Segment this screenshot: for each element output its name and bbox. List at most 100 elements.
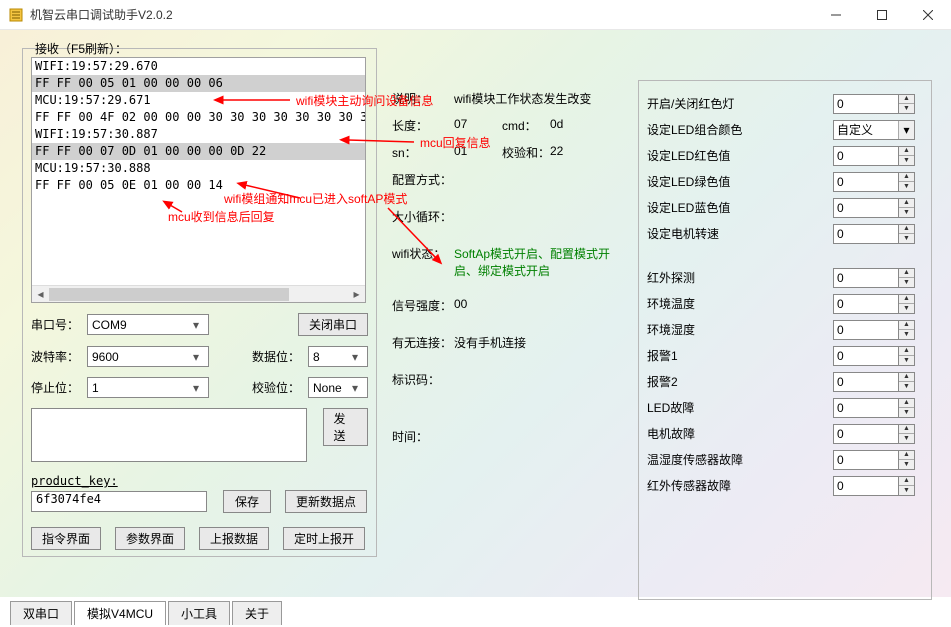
datapoint-row: 红外传感器故障0▲▼ (647, 473, 923, 498)
spinner[interactable]: ▲▼ (899, 424, 915, 444)
tab-3[interactable]: 关于 (232, 601, 282, 625)
datapoint-row: 开启/关闭红色灯0▲▼ (647, 91, 923, 116)
spin-up-icon[interactable]: ▲ (899, 477, 914, 487)
datapoint-label: 报警1 (647, 347, 833, 364)
horizontal-scrollbar[interactable]: ◂ ▸ (32, 285, 365, 302)
spin-down-icon[interactable]: ▼ (899, 234, 914, 243)
spin-down-icon[interactable]: ▼ (899, 208, 914, 217)
spin-up-icon[interactable]: ▲ (899, 373, 914, 383)
spinner[interactable]: ▲▼ (899, 320, 915, 340)
tab-0[interactable]: 双串口 (10, 601, 72, 625)
spinner[interactable]: ▲▼ (899, 198, 915, 218)
save-button[interactable]: 保存 (223, 490, 271, 513)
spinner[interactable]: ▲▼ (899, 94, 915, 114)
datapoint-value[interactable]: 0 (833, 172, 899, 192)
receive-row[interactable]: FF FF 00 4F 02 00 00 00 30 30 30 30 30 3… (32, 109, 365, 126)
datapoint-value[interactable]: 0 (833, 320, 899, 340)
parity-select[interactable]: None▾ (308, 377, 368, 398)
datapoint-value[interactable]: 0 (833, 372, 899, 392)
product-key-input[interactable]: 6f3074fe4 (31, 491, 207, 512)
spin-up-icon[interactable]: ▲ (899, 399, 914, 409)
port-label: 串口号： (31, 316, 83, 333)
spin-up-icon[interactable]: ▲ (899, 451, 914, 461)
receive-row[interactable]: WIFI:19:57:30.887 (32, 126, 365, 143)
datapoint-value[interactable]: 0 (833, 198, 899, 218)
spin-down-icon[interactable]: ▼ (899, 460, 914, 469)
spin-down-icon[interactable]: ▼ (899, 278, 914, 287)
spinner[interactable]: ▲▼ (899, 172, 915, 192)
receive-list[interactable]: WIFI:19:57:29.670FF FF 00 05 01 00 00 00… (31, 57, 366, 303)
datapoint-value[interactable]: 0 (833, 424, 899, 444)
spinner[interactable]: ▲▼ (899, 268, 915, 288)
spin-up-icon[interactable]: ▲ (899, 147, 914, 157)
databits-select[interactable]: 8▾ (308, 346, 368, 367)
receive-row[interactable]: MCU:19:57:30.888 (32, 160, 365, 177)
spin-down-icon[interactable]: ▼ (899, 104, 914, 113)
scroll-thumb[interactable] (49, 288, 289, 301)
datapoint-value[interactable]: 0 (833, 224, 899, 244)
spin-up-icon[interactable]: ▲ (899, 321, 914, 331)
datapoint-value[interactable]: 0 (833, 268, 899, 288)
datapoint-value[interactable]: 0 (833, 398, 899, 418)
receive-row[interactable]: WIFI:19:57:29.670 (32, 58, 365, 75)
send-textarea[interactable] (31, 408, 307, 462)
close-button[interactable] (905, 0, 951, 29)
spin-up-icon[interactable]: ▲ (899, 173, 914, 183)
spin-down-icon[interactable]: ▼ (899, 330, 914, 339)
spinner[interactable]: ▲▼ (899, 294, 915, 314)
spin-down-icon[interactable]: ▼ (899, 382, 914, 391)
param-view-button[interactable]: 参数界面 (115, 527, 185, 550)
receive-row[interactable]: FF FF 00 07 0D 01 00 00 00 0D 22 (32, 143, 365, 160)
maximize-button[interactable] (859, 0, 905, 29)
report-data-button[interactable]: 上报数据 (199, 527, 269, 550)
spin-up-icon[interactable]: ▲ (899, 95, 914, 105)
spin-up-icon[interactable]: ▲ (899, 295, 914, 305)
command-view-button[interactable]: 指令界面 (31, 527, 101, 550)
spin-down-icon[interactable]: ▼ (899, 434, 914, 443)
spin-down-icon[interactable]: ▼ (899, 156, 914, 165)
spin-down-icon[interactable]: ▼ (899, 408, 914, 417)
chk-label: 校验和： (502, 144, 550, 161)
receive-row[interactable]: FF FF 00 05 0E 01 00 00 14 (32, 177, 365, 194)
close-port-button[interactable]: 关闭串口 (298, 313, 368, 336)
spinner[interactable]: ▲▼ (899, 146, 915, 166)
datapoint-value[interactable]: 0 (833, 294, 899, 314)
spin-down-icon[interactable]: ▼ (899, 304, 914, 313)
datapoint-value[interactable]: 0 (833, 146, 899, 166)
datapoint-value[interactable]: 0 (833, 94, 899, 114)
spinner[interactable]: ▲▼ (899, 224, 915, 244)
datapoint-row: LED故障0▲▼ (647, 395, 923, 420)
update-datapoints-button[interactable]: 更新数据点 (285, 490, 367, 513)
spinner[interactable]: ▲▼ (899, 372, 915, 392)
spinner[interactable]: ▲▼ (899, 346, 915, 366)
receive-row[interactable]: FF FF 00 05 01 00 00 00 06 (32, 75, 365, 92)
spin-down-icon[interactable]: ▼ (899, 182, 914, 191)
spin-up-icon[interactable]: ▲ (899, 199, 914, 209)
spin-down-icon[interactable]: ▼ (899, 486, 914, 495)
spinner[interactable]: ▲▼ (899, 476, 915, 496)
baud-select[interactable]: 9600▾ (87, 346, 209, 367)
spinner[interactable]: ▲▼ (899, 450, 915, 470)
datapoint-value[interactable]: 0 (833, 476, 899, 496)
scroll-right-arrow[interactable]: ▸ (348, 286, 365, 303)
datapoint-select[interactable]: 自定义▾ (833, 120, 915, 140)
spinner[interactable]: ▲▼ (899, 398, 915, 418)
scroll-left-arrow[interactable]: ◂ (32, 286, 49, 303)
port-select[interactable]: COM9▾ (87, 314, 209, 335)
tab-2[interactable]: 小工具 (168, 601, 230, 625)
tab-1[interactable]: 模拟V4MCU (74, 601, 166, 625)
spin-up-icon[interactable]: ▲ (899, 225, 914, 235)
send-button[interactable]: 发送 (323, 408, 368, 446)
minimize-button[interactable] (813, 0, 859, 29)
spin-down-icon[interactable]: ▼ (899, 356, 914, 365)
datapoint-row: 报警10▲▼ (647, 343, 923, 368)
spin-up-icon[interactable]: ▲ (899, 269, 914, 279)
datapoint-value[interactable]: 0 (833, 450, 899, 470)
stopbits-select[interactable]: 1▾ (87, 377, 209, 398)
spin-up-icon[interactable]: ▲ (899, 347, 914, 357)
datapoint-label: 设定LED红色值 (647, 147, 833, 164)
timed-report-button[interactable]: 定时上报开 (283, 527, 365, 550)
spin-up-icon[interactable]: ▲ (899, 425, 914, 435)
datapoint-value[interactable]: 0 (833, 346, 899, 366)
receive-row[interactable]: MCU:19:57:29.671 (32, 92, 365, 109)
